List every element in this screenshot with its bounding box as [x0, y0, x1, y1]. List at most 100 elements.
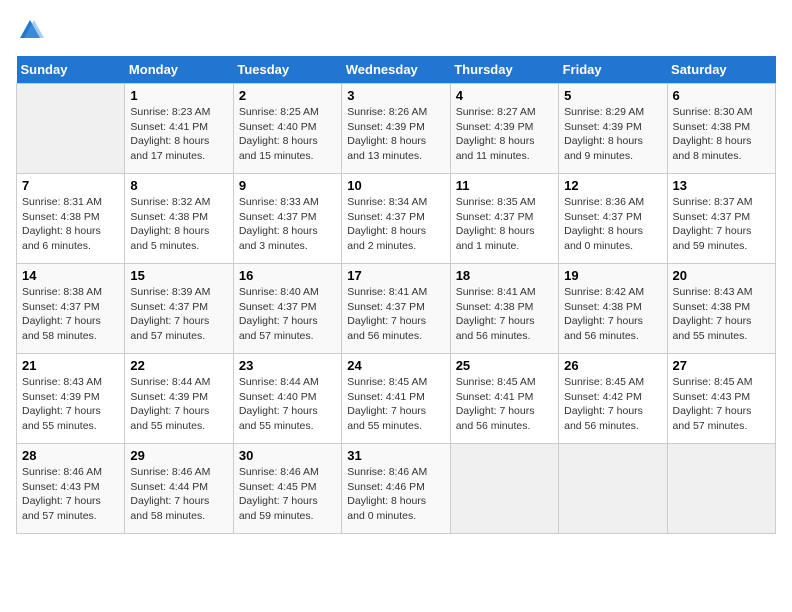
day-cell: 18 Sunrise: 8:41 AMSunset: 4:38 PMDayligh…	[450, 264, 558, 354]
day-info: Sunrise: 8:42 AMSunset: 4:38 PMDaylight:…	[564, 285, 661, 344]
week-row-3: 14 Sunrise: 8:38 AMSunset: 4:37 PMDayligh…	[17, 264, 776, 354]
week-row-1: 1Sunrise: 8:23 AMSunset: 4:41 PMDaylight…	[17, 84, 776, 174]
day-number: 17	[347, 268, 444, 283]
day-number: 22	[130, 358, 227, 373]
day-info: Sunrise: 8:43 AMSunset: 4:39 PMDaylight:…	[22, 375, 119, 434]
day-cell: 12Sunrise: 8:36 AMSunset: 4:37 PMDayligh…	[559, 174, 667, 264]
day-number: 9	[239, 178, 336, 193]
day-info: Sunrise: 8:27 AMSunset: 4:39 PMDaylight:…	[456, 105, 553, 164]
header-cell-sunday: Sunday	[17, 56, 125, 84]
day-number: 10	[347, 178, 444, 193]
day-cell: 13 Sunrise: 8:37 AMSunset: 4:37 PMDayligh…	[667, 174, 775, 264]
day-info: Sunrise: 8:45 AMSunset: 4:42 PMDaylight:…	[564, 375, 661, 434]
day-number: 13	[673, 178, 770, 193]
day-info: Sunrise: 8:26 AMSunset: 4:39 PMDaylight:…	[347, 105, 444, 164]
day-info: Sunrise: 8:45 AMSunset: 4:41 PMDaylight:…	[456, 375, 553, 434]
day-info: Sunrise: 8:41 AMSunset: 4:38 PMDaylight:…	[456, 285, 553, 344]
header-cell-saturday: Saturday	[667, 56, 775, 84]
day-cell: 25 Sunrise: 8:45 AMSunset: 4:41 PMDayligh…	[450, 354, 558, 444]
day-info: Sunrise: 8:43 AMSunset: 4:38 PMDaylight:…	[673, 285, 770, 344]
day-number: 4	[456, 88, 553, 103]
header-cell-friday: Friday	[559, 56, 667, 84]
day-number: 15	[130, 268, 227, 283]
day-cell: 10Sunrise: 8:34 AMSunset: 4:37 PMDayligh…	[342, 174, 450, 264]
day-number: 26	[564, 358, 661, 373]
day-cell: 3 Sunrise: 8:26 AMSunset: 4:39 PMDaylight…	[342, 84, 450, 174]
day-cell: 6 Sunrise: 8:30 AMSunset: 4:38 PMDaylight…	[667, 84, 775, 174]
day-number: 11	[456, 178, 553, 193]
day-cell: 8 Sunrise: 8:32 AMSunset: 4:38 PMDaylight…	[125, 174, 233, 264]
day-info: Sunrise: 8:30 AMSunset: 4:38 PMDaylight:…	[673, 105, 770, 164]
day-info: Sunrise: 8:37 AMSunset: 4:37 PMDaylight:…	[673, 195, 770, 254]
day-cell: 17 Sunrise: 8:41 AMSunset: 4:37 PMDayligh…	[342, 264, 450, 354]
day-number: 16	[239, 268, 336, 283]
day-number: 8	[130, 178, 227, 193]
day-number: 31	[347, 448, 444, 463]
day-number: 27	[673, 358, 770, 373]
day-cell	[667, 444, 775, 534]
day-cell: 29Sunrise: 8:46 AMSunset: 4:44 PMDayligh…	[125, 444, 233, 534]
day-number: 24	[347, 358, 444, 373]
day-cell	[17, 84, 125, 174]
day-cell: 19 Sunrise: 8:42 AMSunset: 4:38 PMDayligh…	[559, 264, 667, 354]
day-cell: 14 Sunrise: 8:38 AMSunset: 4:37 PMDayligh…	[17, 264, 125, 354]
day-cell: 16 Sunrise: 8:40 AMSunset: 4:37 PMDayligh…	[233, 264, 341, 354]
day-cell: 24 Sunrise: 8:45 AMSunset: 4:41 PMDayligh…	[342, 354, 450, 444]
day-info: Sunrise: 8:32 AMSunset: 4:38 PMDaylight:…	[130, 195, 227, 254]
day-info: Sunrise: 8:46 AMSunset: 4:46 PMDaylight:…	[347, 465, 444, 524]
day-cell: 28 Sunrise: 8:46 AMSunset: 4:43 PMDayligh…	[17, 444, 125, 534]
day-cell: 9 Sunrise: 8:33 AMSunset: 4:37 PMDaylight…	[233, 174, 341, 264]
day-info: Sunrise: 8:44 AMSunset: 4:39 PMDaylight:…	[130, 375, 227, 434]
day-number: 6	[673, 88, 770, 103]
day-cell: 20Sunrise: 8:43 AMSunset: 4:38 PMDayligh…	[667, 264, 775, 354]
calendar-table: SundayMondayTuesdayWednesdayThursdayFrid…	[16, 56, 776, 534]
day-info: Sunrise: 8:41 AMSunset: 4:37 PMDaylight:…	[347, 285, 444, 344]
week-row-4: 21 Sunrise: 8:43 AMSunset: 4:39 PMDayligh…	[17, 354, 776, 444]
header-row: SundayMondayTuesdayWednesdayThursdayFrid…	[17, 56, 776, 84]
day-cell: 30 Sunrise: 8:46 AMSunset: 4:45 PMDayligh…	[233, 444, 341, 534]
day-number: 28	[22, 448, 119, 463]
day-cell: 31 Sunrise: 8:46 AMSunset: 4:46 PMDayligh…	[342, 444, 450, 534]
day-number: 21	[22, 358, 119, 373]
day-cell: 4 Sunrise: 8:27 AMSunset: 4:39 PMDaylight…	[450, 84, 558, 174]
header-cell-monday: Monday	[125, 56, 233, 84]
day-number: 18	[456, 268, 553, 283]
day-info: Sunrise: 8:40 AMSunset: 4:37 PMDaylight:…	[239, 285, 336, 344]
day-info: Sunrise: 8:46 AMSunset: 4:44 PMDaylight:…	[130, 465, 227, 524]
day-info: Sunrise: 8:44 AMSunset: 4:40 PMDaylight:…	[239, 375, 336, 434]
day-number: 7	[22, 178, 119, 193]
day-number: 30	[239, 448, 336, 463]
day-number: 14	[22, 268, 119, 283]
day-info: Sunrise: 8:46 AMSunset: 4:45 PMDaylight:…	[239, 465, 336, 524]
day-number: 19	[564, 268, 661, 283]
day-info: Sunrise: 8:36 AMSunset: 4:37 PMDaylight:…	[564, 195, 661, 254]
day-cell: 15Sunrise: 8:39 AMSunset: 4:37 PMDayligh…	[125, 264, 233, 354]
day-cell: 26 Sunrise: 8:45 AMSunset: 4:42 PMDayligh…	[559, 354, 667, 444]
day-info: Sunrise: 8:33 AMSunset: 4:37 PMDaylight:…	[239, 195, 336, 254]
day-cell: 2 Sunrise: 8:25 AMSunset: 4:40 PMDaylight…	[233, 84, 341, 174]
logo-icon	[16, 16, 44, 44]
day-cell: 5 Sunrise: 8:29 AMSunset: 4:39 PMDaylight…	[559, 84, 667, 174]
day-info: Sunrise: 8:35 AMSunset: 4:37 PMDaylight:…	[456, 195, 553, 254]
day-cell	[450, 444, 558, 534]
day-info: Sunrise: 8:23 AMSunset: 4:41 PMDaylight:…	[130, 105, 227, 164]
day-number: 2	[239, 88, 336, 103]
calendar-header: SundayMondayTuesdayWednesdayThursdayFrid…	[17, 56, 776, 84]
logo	[16, 16, 48, 44]
day-info: Sunrise: 8:45 AMSunset: 4:43 PMDaylight:…	[673, 375, 770, 434]
day-number: 3	[347, 88, 444, 103]
day-info: Sunrise: 8:46 AMSunset: 4:43 PMDaylight:…	[22, 465, 119, 524]
day-info: Sunrise: 8:38 AMSunset: 4:37 PMDaylight:…	[22, 285, 119, 344]
day-cell: 1Sunrise: 8:23 AMSunset: 4:41 PMDaylight…	[125, 84, 233, 174]
day-cell: 7Sunrise: 8:31 AMSunset: 4:38 PMDaylight…	[17, 174, 125, 264]
day-number: 5	[564, 88, 661, 103]
header-cell-wednesday: Wednesday	[342, 56, 450, 84]
day-info: Sunrise: 8:25 AMSunset: 4:40 PMDaylight:…	[239, 105, 336, 164]
header-cell-tuesday: Tuesday	[233, 56, 341, 84]
header-cell-thursday: Thursday	[450, 56, 558, 84]
day-cell: 11 Sunrise: 8:35 AMSunset: 4:37 PMDayligh…	[450, 174, 558, 264]
day-info: Sunrise: 8:29 AMSunset: 4:39 PMDaylight:…	[564, 105, 661, 164]
day-number: 25	[456, 358, 553, 373]
day-info: Sunrise: 8:45 AMSunset: 4:41 PMDaylight:…	[347, 375, 444, 434]
day-cell	[559, 444, 667, 534]
